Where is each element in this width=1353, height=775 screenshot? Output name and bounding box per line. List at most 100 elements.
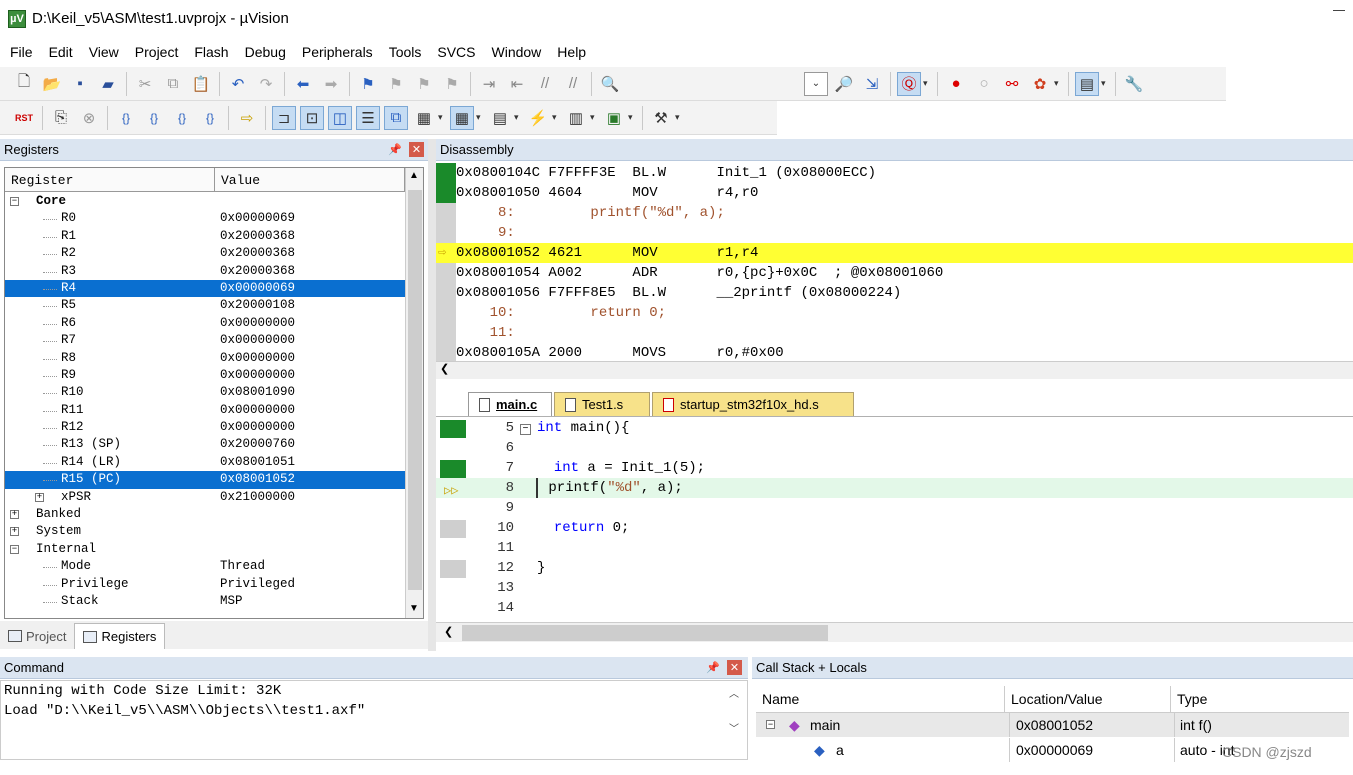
gutter-marker[interactable] — [436, 203, 456, 223]
clear-bookmarks-icon[interactable]: ⚑ — [440, 72, 464, 96]
open-icon[interactable]: 📂 — [40, 72, 64, 96]
configure-icon[interactable]: 🔧 — [1122, 72, 1146, 96]
table-row[interactable]: R4 0x00000069 — [5, 279, 405, 298]
tab-test1-s[interactable]: Test1.s — [554, 392, 650, 416]
gutter-marker[interactable] — [440, 580, 466, 598]
prev-bookmark-icon[interactable]: ⚑ — [384, 72, 408, 96]
forward-icon[interactable]: ➡ — [319, 72, 343, 96]
disassembly-line[interactable]: ⇨ 0x08001052 4621 MOV r1,r4 — [436, 243, 1353, 263]
command-window-icon[interactable]: ⊐ — [272, 105, 296, 130]
register-value[interactable]: 0x00000069 — [220, 280, 295, 297]
run-to-cursor-icon[interactable]: {} — [198, 106, 222, 130]
tab-project[interactable]: Project — [0, 623, 74, 649]
save-icon[interactable]: ▪ — [68, 72, 92, 96]
menu-svcs[interactable]: SVCS — [429, 44, 483, 60]
disassembly-line[interactable]: 0x08001056 F7FFF8E5 BL.W __2printf (0x08… — [436, 283, 1353, 303]
table-row[interactable]: R10 0x08001090 — [5, 384, 405, 401]
chevron-down-icon[interactable]: ▾ — [675, 112, 685, 123]
register-value[interactable]: 0x00000000 — [220, 350, 295, 367]
expand-icon[interactable]: + — [35, 492, 44, 502]
menu-flash[interactable]: Flash — [186, 44, 236, 60]
enable-all-icon[interactable]: ✿ — [1028, 72, 1052, 96]
target-dropdown-icon[interactable]: ⌄ — [804, 71, 828, 96]
registers-window-icon[interactable]: ☰ — [356, 105, 380, 130]
save-all-icon[interactable]: ▰ — [96, 72, 120, 96]
code-line[interactable]: 14 — [436, 598, 1353, 618]
table-row[interactable]: − Internal — [5, 541, 405, 558]
command-output[interactable]: Running with Code Size Limit: 32K Load "… — [0, 680, 748, 760]
gutter-marker[interactable] — [436, 263, 456, 283]
register-value[interactable]: 0x20000368 — [220, 245, 295, 262]
serial-window-icon[interactable]: ▤ — [488, 106, 512, 130]
show-next-statement-icon[interactable]: ⇨ — [235, 106, 259, 130]
collapse-icon[interactable]: − — [10, 197, 19, 206]
chevron-down-icon[interactable]: ▾ — [590, 112, 600, 123]
table-row[interactable]: R11 0x00000000 — [5, 402, 405, 419]
register-value[interactable]: 0x08001052 — [220, 471, 295, 488]
table-row[interactable]: Privilege Privileged — [5, 576, 405, 593]
register-value[interactable]: 0x00000000 — [220, 419, 295, 436]
register-value[interactable]: 0x21000000 — [220, 489, 295, 506]
code-line[interactable]: 6 — [436, 438, 1353, 458]
close-icon[interactable]: ✕ — [727, 660, 742, 675]
table-row[interactable]: R9 0x00000000 — [5, 367, 405, 384]
pin-icon[interactable]: 📌 — [388, 143, 402, 156]
symbols-window-icon[interactable]: ◫ — [328, 105, 352, 130]
chevron-down-icon[interactable]: ▾ — [1054, 78, 1064, 89]
table-row[interactable]: + xPSR 0x21000000 — [5, 489, 405, 506]
disable-breakpoint-icon[interactable]: ○ — [972, 72, 996, 96]
table-row[interactable]: R14 (LR) 0x08001051 — [5, 454, 405, 471]
kill-breakpoints-icon[interactable]: ⚯ — [1000, 72, 1024, 96]
step-over-icon[interactable]: {} — [142, 106, 166, 130]
register-value[interactable]: 0x08001051 — [220, 454, 295, 471]
scroll-left-icon[interactable]: ❮ — [444, 625, 453, 638]
chevron-down-icon[interactable]: ▾ — [628, 112, 638, 123]
step-icon[interactable]: {} — [114, 106, 138, 130]
register-value[interactable]: 0x00000000 — [220, 402, 295, 419]
gutter-marker[interactable] — [440, 600, 466, 618]
code-line[interactable]: 5− int main(){ — [436, 418, 1353, 438]
code-editor[interactable]: 5− int main(){6 7 int a = Init_1(5); ▷▷ 8 pr… — [436, 418, 1353, 622]
chevron-down-icon[interactable]: ▾ — [923, 78, 933, 89]
rebuild-icon[interactable]: 🔎 — [832, 72, 856, 96]
gutter-marker[interactable] — [436, 183, 456, 203]
table-row[interactable]: R15 (PC) 0x08001052 — [5, 471, 405, 489]
table-row[interactable]: R2 0x20000368 — [5, 245, 405, 262]
gutter-marker[interactable] — [440, 440, 466, 458]
uncomment-icon[interactable]: // — [561, 72, 585, 96]
disassembly-view[interactable]: 0x0800104C F7FFFF3E BL.W Init_1 (0x08000… — [436, 163, 1353, 361]
disassembly-line[interactable]: 0x0800105A 2000 MOVS r0,#0x00 — [436, 343, 1353, 361]
code-line[interactable]: ▷▷ 8 printf("%d", a); — [436, 478, 1353, 498]
comment-icon[interactable]: // — [533, 72, 557, 96]
memory-window-icon[interactable]: ▦ — [450, 105, 474, 130]
table-row[interactable]: + Banked — [5, 506, 405, 523]
code-line[interactable]: 9 — [436, 498, 1353, 518]
gutter-marker[interactable] — [440, 520, 466, 538]
menu-project[interactable]: Project — [127, 44, 187, 60]
cut-icon[interactable]: ✂ — [133, 72, 157, 96]
gutter-marker[interactable] — [440, 420, 466, 438]
analysis-window-icon[interactable]: ⚡ — [526, 106, 550, 130]
disassembly-line[interactable]: 11: — [436, 323, 1353, 343]
expand-icon[interactable]: + — [10, 527, 19, 537]
disassembly-window-icon[interactable]: ⊡ — [300, 105, 324, 130]
unindent-icon[interactable]: ⇤ — [505, 72, 529, 96]
code-line[interactable]: 7 int a = Init_1(5); — [436, 458, 1353, 478]
table-row[interactable]: R3 0x20000368 — [5, 263, 405, 280]
collapse-icon[interactable]: − — [766, 720, 775, 729]
download-icon[interactable]: ⇲ — [860, 72, 884, 96]
code-line[interactable]: 12} — [436, 558, 1353, 578]
column-header-location[interactable]: Location/Value — [1005, 686, 1171, 712]
window-layout-icon[interactable]: ▤ — [1075, 71, 1099, 96]
table-row[interactable]: Stack MSP — [5, 593, 405, 610]
register-value[interactable]: 0x20000760 — [220, 436, 295, 453]
vertical-splitter[interactable] — [428, 139, 436, 651]
table-row[interactable]: R1 0x20000368 — [5, 228, 405, 245]
scroll-up-icon[interactable]: ▲ — [409, 170, 419, 181]
find-in-files-icon[interactable]: 🔍 — [598, 72, 622, 96]
code-line[interactable]: 13 — [436, 578, 1353, 598]
watch-window-icon[interactable]: ▦ — [412, 106, 436, 130]
menu-debug[interactable]: Debug — [237, 44, 294, 60]
new-file-icon[interactable]: 🗋 — [12, 72, 36, 96]
register-value[interactable]: 0x00000069 — [220, 210, 295, 227]
